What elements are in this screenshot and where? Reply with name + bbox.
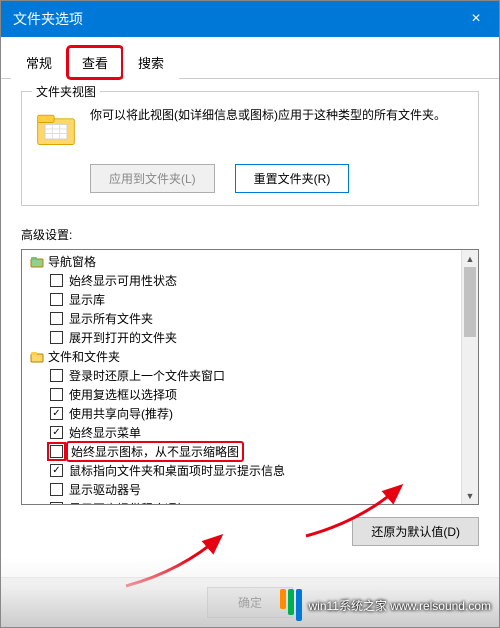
reset-folders-button[interactable]: 重置文件夹(R) [235,164,350,193]
checkbox[interactable] [50,388,63,401]
tree-checkbox-item[interactable]: 始终显示可用性状态 [22,271,478,290]
tree-item-label: 使用共享向导(推荐) [69,405,173,422]
titlebar: 文件夹选项 × [1,1,499,37]
tree-checkbox-item[interactable]: 显示所有文件夹 [22,309,478,328]
folder-options-dialog: 文件夹选项 × 常规 查看 搜索 文件夹视图 [0,0,500,628]
tree-item-label: 显示驱动器号 [69,481,141,498]
checkbox[interactable] [50,445,63,458]
checkbox[interactable] [50,331,63,344]
tree-checkbox-item[interactable]: 显示同步提供程序通知 [22,499,478,504]
tree-checkbox-item[interactable]: 使用共享向导(推荐) [22,404,478,423]
tree-item-label: 显示同步提供程序通知 [69,500,189,504]
close-icon: × [471,10,480,28]
scroll-thumb[interactable] [464,267,476,337]
close-button[interactable]: × [453,1,499,37]
scrollbar[interactable]: ▲ ▼ [461,250,478,504]
tree-checkbox-item[interactable]: 使用复选框以选择项 [22,385,478,404]
checkbox[interactable] [50,274,63,287]
tree-item-label: 文件和文件夹 [48,348,120,365]
tab-search[interactable]: 搜索 [123,46,179,79]
folder-icon [34,106,78,150]
checkbox[interactable] [50,502,63,504]
tree-checkbox-item[interactable]: 始终显示图标，从不显示缩略图 [22,442,478,461]
window-title: 文件夹选项 [13,9,83,29]
tree-group: 导航窗格 [22,252,478,271]
watermark: win11系统之家 www.relsound.com [280,589,491,621]
tree-checkbox-item[interactable]: 展开到打开的文件夹 [22,328,478,347]
advanced-settings-label: 高级设置: [21,226,479,243]
tree-checkbox-item[interactable]: 登录时还原上一个文件夹窗口 [22,366,478,385]
tree-item-label: 使用复选框以选择项 [69,386,177,403]
tree-item-label: 始终显示菜单 [69,424,141,441]
checkbox[interactable] [50,312,63,325]
tree-checkbox-item[interactable]: 始终显示菜单 [22,423,478,442]
checkbox[interactable] [50,407,63,420]
checkbox[interactable] [50,464,63,477]
tree-item-label: 登录时还原上一个文件夹窗口 [69,367,225,384]
restore-defaults-button[interactable]: 还原为默认值(D) [352,517,479,546]
checkbox[interactable] [50,426,63,439]
folder-mini-icon [30,350,44,364]
scroll-down-icon[interactable]: ▼ [462,487,478,504]
tree-item-label: 显示所有文件夹 [69,310,153,327]
tree-item-label: 展开到打开的文件夹 [69,329,177,346]
advanced-settings-tree: 导航窗格始终显示可用性状态显示库显示所有文件夹展开到打开的文件夹文件和文件夹登录… [21,249,479,505]
tree-checkbox-item[interactable]: 显示驱动器号 [22,480,478,499]
checkbox[interactable] [50,369,63,382]
folder-mini-icon [30,255,44,269]
tab-strip: 常规 查看 搜索 [1,37,499,79]
checkbox[interactable] [50,293,63,306]
tree-item-label: 鼠标指向文件夹和桌面项时显示提示信息 [69,462,285,479]
tree-item-label: 显示库 [69,291,105,308]
folder-view-group: 文件夹视图 你可以将此视图(如详细信息或图标)应用于这种类型的所有文件夹。 [21,91,479,206]
folder-view-legend: 文件夹视图 [32,83,100,100]
apply-to-folders-button[interactable]: 应用到文件夹(L) [90,164,215,193]
dialog-content: 文件夹视图 你可以将此视图(如详细信息或图标)应用于这种类型的所有文件夹。 [1,79,499,558]
checkbox[interactable] [50,483,63,496]
folder-view-description: 你可以将此视图(如详细信息或图标)应用于这种类型的所有文件夹。 [90,106,466,124]
tree-item-label: 始终显示图标，从不显示缩略图 [66,441,244,462]
tree-item-label: 始终显示可用性状态 [69,272,177,289]
tab-general[interactable]: 常规 [11,46,67,79]
tree-checkbox-item[interactable]: 显示库 [22,290,478,309]
tree-item-label: 导航窗格 [48,253,96,270]
tab-view[interactable]: 查看 [67,46,123,79]
tree-checkbox-item[interactable]: 鼠标指向文件夹和桌面项时显示提示信息 [22,461,478,480]
tree-group: 文件和文件夹 [22,347,478,366]
scroll-up-icon[interactable]: ▲ [462,250,478,267]
